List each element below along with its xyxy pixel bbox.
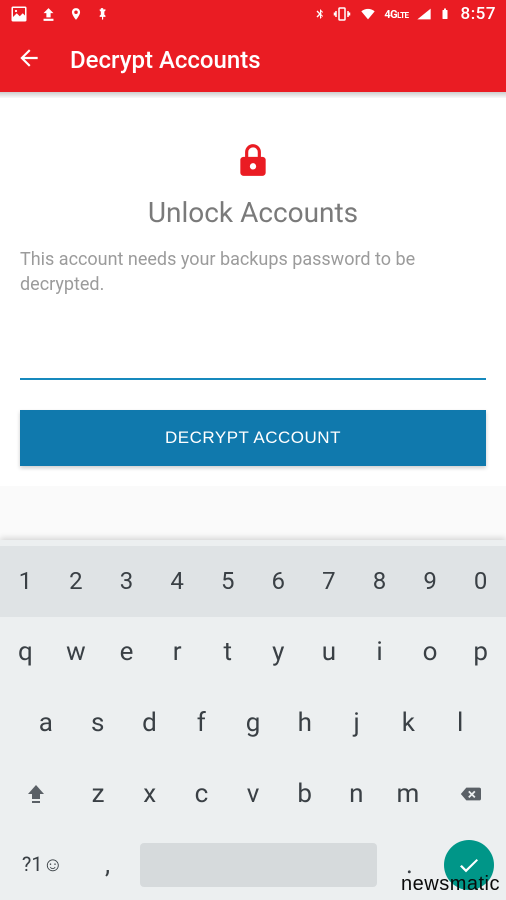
symbols-key[interactable]: ?1☺	[4, 838, 81, 891]
location-icon	[69, 5, 83, 23]
key-z[interactable]: z	[72, 765, 124, 823]
app-bar: Decrypt Accounts	[0, 28, 506, 92]
key-1[interactable]: 1	[0, 553, 51, 609]
network-4g-icon: 4GLTE	[384, 8, 408, 21]
key-j[interactable]: j	[331, 694, 383, 752]
main-content: Unlock Accounts This account needs your …	[0, 98, 506, 486]
key-2[interactable]: 2	[51, 553, 102, 609]
key-a[interactable]: a	[20, 694, 72, 752]
key-5[interactable]: 5	[202, 553, 253, 609]
key-k[interactable]: k	[382, 694, 434, 752]
key-v[interactable]: v	[227, 765, 279, 823]
status-bar: 4GLTE 8:57	[0, 0, 506, 28]
upload-icon	[40, 6, 57, 23]
key-u[interactable]: u	[304, 623, 355, 681]
key-q[interactable]: q	[0, 623, 51, 681]
kb-row-asdf: a s d f g h j k l	[0, 688, 506, 759]
comma-key[interactable]: ,	[81, 836, 134, 894]
key-x[interactable]: x	[124, 765, 176, 823]
kb-row-zxcv: z x c v b n m	[0, 758, 506, 829]
keyboard: 1 2 3 4 5 6 7 8 9 0 q w e r t y u i o p …	[0, 540, 506, 900]
space-key[interactable]	[140, 843, 377, 887]
bluetooth-icon	[314, 5, 326, 23]
key-p[interactable]: p	[455, 623, 506, 681]
key-l[interactable]: l	[434, 694, 486, 752]
pin-icon	[95, 5, 109, 23]
key-9[interactable]: 9	[405, 553, 456, 609]
kb-row-numbers: 1 2 3 4 5 6 7 8 9 0	[0, 546, 506, 617]
unlock-heading: Unlock Accounts	[20, 196, 486, 229]
shift-key[interactable]	[0, 768, 72, 820]
password-input[interactable]	[20, 341, 486, 380]
key-d[interactable]: d	[124, 694, 176, 752]
key-3[interactable]: 3	[101, 553, 152, 609]
key-6[interactable]: 6	[253, 553, 304, 609]
key-w[interactable]: w	[51, 623, 102, 681]
watermark: newsmatic	[401, 873, 500, 896]
key-g[interactable]: g	[227, 694, 279, 752]
clock: 8:57	[461, 4, 496, 24]
key-o[interactable]: o	[405, 623, 456, 681]
key-c[interactable]: c	[176, 765, 228, 823]
lock-icon	[20, 138, 486, 186]
key-8[interactable]: 8	[354, 553, 405, 609]
key-r[interactable]: r	[152, 623, 203, 681]
page-title: Decrypt Accounts	[70, 46, 261, 74]
back-button[interactable]	[16, 45, 42, 75]
key-b[interactable]: b	[279, 765, 331, 823]
key-s[interactable]: s	[72, 694, 124, 752]
key-n[interactable]: n	[330, 765, 382, 823]
vibrate-icon	[332, 5, 352, 23]
key-7[interactable]: 7	[304, 553, 355, 609]
key-h[interactable]: h	[279, 694, 331, 752]
key-i[interactable]: i	[354, 623, 405, 681]
unlock-subtext: This account needs your backups password…	[20, 247, 486, 297]
decrypt-button[interactable]: DECRYPT ACCOUNT	[20, 410, 486, 466]
key-y[interactable]: y	[253, 623, 304, 681]
wifi-icon	[358, 6, 378, 22]
battery-icon	[439, 5, 451, 23]
backspace-key[interactable]	[434, 769, 506, 819]
signal-icon	[415, 6, 433, 22]
key-e[interactable]: e	[101, 623, 152, 681]
key-t[interactable]: t	[202, 623, 253, 681]
key-f[interactable]: f	[175, 694, 227, 752]
image-icon	[10, 5, 28, 23]
kb-row-qwerty: q w e r t y u i o p	[0, 617, 506, 688]
key-0[interactable]: 0	[455, 553, 506, 609]
key-4[interactable]: 4	[152, 553, 203, 609]
key-m[interactable]: m	[382, 765, 434, 823]
